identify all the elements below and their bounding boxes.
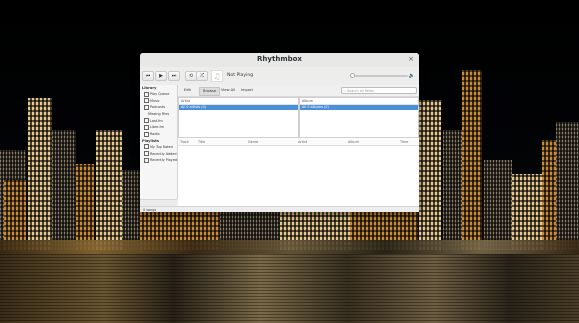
artist-all-row[interactable]: All 0 artists (0) bbox=[179, 105, 298, 110]
sidebar-item-recently-added[interactable]: Recently Added bbox=[140, 151, 177, 158]
column-album[interactable]: Album bbox=[348, 140, 359, 144]
sidebar-item-librefm[interactable]: Libre.fm bbox=[140, 124, 177, 131]
sidebar-item-radio[interactable]: Radio bbox=[140, 131, 177, 138]
sidebar-item-my-top-rated[interactable]: My Top Rated bbox=[140, 144, 177, 151]
album-all-row[interactable]: All 0 albums (0) bbox=[300, 105, 418, 110]
album-browser: Album All 0 albums (0) bbox=[299, 97, 419, 138]
play-button[interactable]: ▶ bbox=[155, 71, 167, 81]
sidebar: Library Play Queue Music Podcasts Missin… bbox=[140, 85, 178, 199]
tab-import[interactable]: Import bbox=[238, 87, 256, 94]
volume-icon[interactable]: 🔈 bbox=[409, 73, 415, 79]
column-title[interactable]: Title bbox=[198, 140, 205, 144]
window-title: Rhythmbox bbox=[257, 55, 302, 63]
seek-handle[interactable] bbox=[350, 73, 355, 78]
sidebar-item-recently-played[interactable]: Recently Played bbox=[140, 157, 177, 164]
tab-browse[interactable]: Browse bbox=[199, 87, 221, 96]
tab-view-all[interactable]: View All bbox=[218, 87, 238, 94]
track-list[interactable]: Track Title Genre Artist Album Time bbox=[178, 139, 419, 206]
previous-icon: ⏮ bbox=[145, 73, 151, 79]
player-toolbar: ⏮ ▶ ⏭ ⟲ ⤮ ♫ Not Playing 🔈 bbox=[140, 67, 419, 85]
shuffle-icon: ⤮ bbox=[199, 73, 204, 79]
playlist-icon bbox=[144, 144, 149, 150]
music-icon bbox=[144, 98, 149, 104]
sidebar-item-music[interactable]: Music bbox=[140, 98, 177, 105]
next-button[interactable]: ⏭ bbox=[168, 71, 180, 81]
column-genre[interactable]: Genre bbox=[248, 140, 258, 144]
search-input[interactable]: ⌕ Search all fields bbox=[341, 87, 417, 94]
title-bar: Rhythmbox × bbox=[140, 53, 419, 68]
podcast-icon bbox=[144, 104, 149, 110]
music-note-icon: ♫ bbox=[213, 71, 221, 81]
repeat-icon: ⟲ bbox=[188, 73, 194, 79]
sidebar-item-play-queue[interactable]: Play Queue bbox=[140, 91, 177, 98]
column-track[interactable]: Track bbox=[180, 140, 189, 144]
sidebar-item-podcasts[interactable]: Podcasts bbox=[140, 104, 177, 111]
play-icon: ▶ bbox=[159, 73, 163, 79]
previous-button[interactable]: ⏮ bbox=[142, 71, 154, 81]
artist-browser: Artist All 0 artists (0) bbox=[178, 97, 299, 138]
column-artist[interactable]: Artist bbox=[298, 140, 307, 144]
rhythmbox-window: Rhythmbox × ⏮ ▶ ⏭ ⟲ ⤮ ♫ Not Playing 🔈 Li… bbox=[140, 53, 419, 212]
play-queue-icon bbox=[144, 91, 149, 97]
status-bar: 0 songs bbox=[140, 206, 419, 212]
seek-slider[interactable] bbox=[350, 73, 408, 78]
shuffle-button[interactable]: ⤮ bbox=[196, 71, 208, 81]
playlist-icon bbox=[144, 151, 149, 156]
playlist-icon bbox=[144, 157, 149, 163]
librefm-icon bbox=[144, 124, 149, 130]
artist-column-header[interactable]: Artist bbox=[179, 98, 298, 105]
album-column-header[interactable]: Album bbox=[300, 98, 418, 105]
radio-icon bbox=[144, 131, 149, 137]
album-art: ♫ bbox=[211, 70, 223, 82]
track-list-header: Track Title Genre Artist Album Time bbox=[178, 139, 419, 146]
lastfm-icon bbox=[144, 118, 149, 124]
source-toolbar: Edit Browse View All Import ⌕ Search all… bbox=[178, 85, 419, 97]
column-time[interactable]: Time bbox=[400, 140, 408, 144]
sidebar-item-missing-files[interactable]: Missing Files bbox=[140, 111, 177, 118]
now-playing-label: Not Playing bbox=[227, 73, 254, 78]
next-icon: ⏭ bbox=[171, 73, 177, 79]
song-count: 0 songs bbox=[143, 207, 157, 212]
close-icon[interactable]: × bbox=[408, 55, 414, 63]
sidebar-item-lastfm[interactable]: Last.fm bbox=[140, 118, 177, 125]
tab-edit[interactable]: Edit bbox=[181, 87, 194, 94]
main-pane: Edit Browse View All Import ⌕ Search all… bbox=[178, 85, 419, 206]
